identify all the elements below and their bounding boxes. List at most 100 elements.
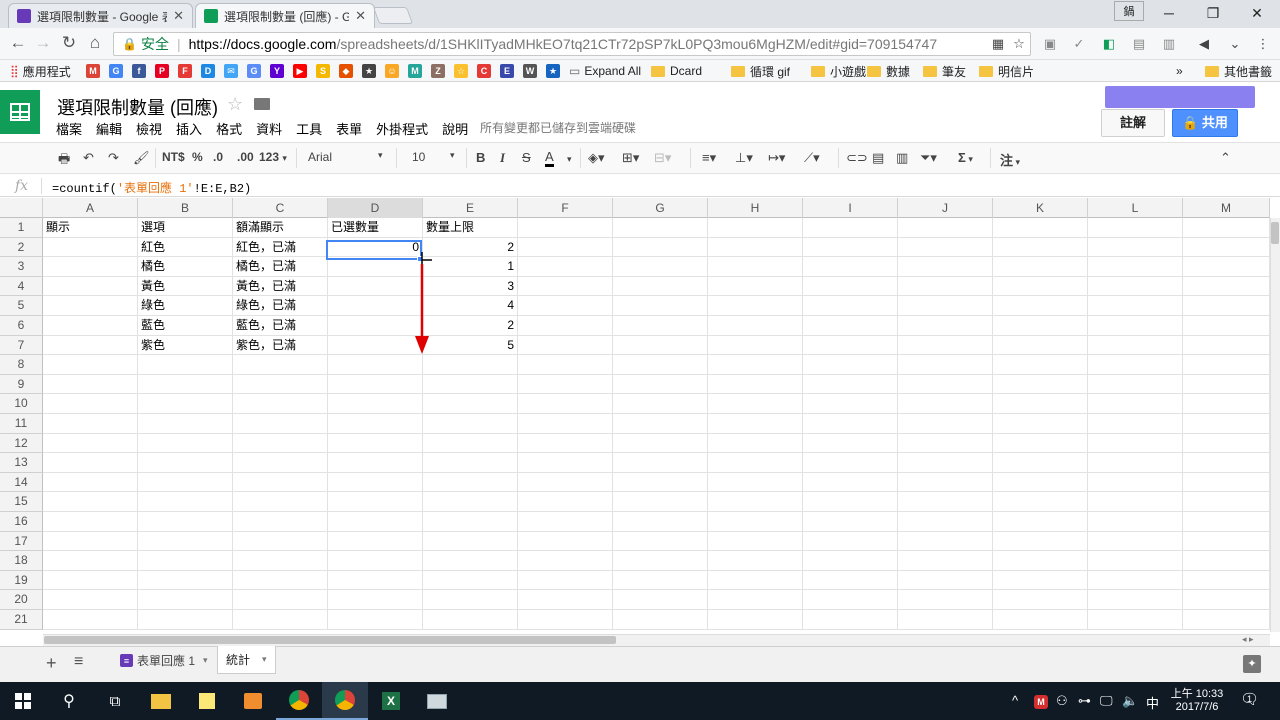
cell-F13[interactable]: [518, 453, 613, 473]
row-header[interactable]: 17: [0, 531, 43, 552]
cell-A3[interactable]: [43, 257, 138, 277]
row-header[interactable]: 19: [0, 570, 43, 591]
cell-J13[interactable]: [898, 453, 993, 473]
row-header[interactable]: 11: [0, 414, 43, 434]
cell-F18[interactable]: [518, 551, 613, 571]
cell-L20[interactable]: [1088, 590, 1183, 610]
cell-L10[interactable]: [1088, 394, 1183, 414]
cell-K21[interactable]: [993, 610, 1088, 630]
cell-D21[interactable]: [328, 610, 423, 630]
bookmark-item[interactable]: f: [132, 63, 150, 79]
cell-A21[interactable]: [43, 610, 138, 630]
cell-M9[interactable]: [1183, 374, 1270, 395]
cell-C9[interactable]: [233, 374, 328, 395]
bookmark-item[interactable]: 小遊戲: [811, 63, 866, 79]
cell-F9[interactable]: [518, 374, 613, 395]
cell-M14[interactable]: [1183, 472, 1270, 493]
extension-icon[interactable]: ▥: [1161, 36, 1177, 52]
cell-B9[interactable]: [138, 374, 233, 395]
cell-K15[interactable]: [993, 492, 1088, 512]
bookmark-item[interactable]: Dcard: [651, 63, 702, 79]
cell-A7[interactable]: [43, 335, 138, 356]
cell-E1[interactable]: 數量上限: [423, 218, 518, 238]
cell-A6[interactable]: [43, 316, 138, 336]
row-header[interactable]: 6: [0, 316, 43, 336]
cell-B10[interactable]: [138, 394, 233, 414]
cell-E15[interactable]: [423, 492, 518, 512]
bookmark-item[interactable]: M: [408, 63, 426, 79]
cell-E13[interactable]: [423, 453, 518, 473]
cell-E20[interactable]: [423, 590, 518, 610]
cell-E10[interactable]: [423, 394, 518, 414]
cell-I3[interactable]: [803, 257, 898, 277]
chrome-icon[interactable]: [276, 682, 322, 720]
select-all-corner[interactable]: [0, 198, 43, 218]
cell-K14[interactable]: [993, 472, 1088, 493]
horizontal-scroll-thumb[interactable]: [44, 636, 616, 644]
menu-item[interactable]: 外掛程式: [376, 119, 428, 138]
chevron-down-icon[interactable]: ▾: [262, 654, 267, 665]
cell-K20[interactable]: [993, 590, 1088, 610]
menu-item[interactable]: 編輯: [96, 119, 122, 138]
cell-D13[interactable]: [328, 453, 423, 473]
cell-J5[interactable]: [898, 296, 993, 316]
cell-D4[interactable]: [328, 276, 423, 297]
cell-F3[interactable]: [518, 257, 613, 277]
cell-J14[interactable]: [898, 472, 993, 493]
cell-J21[interactable]: [898, 610, 993, 630]
cell-I6[interactable]: [803, 316, 898, 336]
bookmark-item[interactable]: W: [523, 63, 541, 79]
cell-E11[interactable]: [423, 414, 518, 434]
input-tools-button[interactable]: 注 ▾: [1000, 150, 1020, 169]
cell-L2[interactable]: [1088, 237, 1183, 258]
cell-I12[interactable]: [803, 433, 898, 454]
cell-F12[interactable]: [518, 433, 613, 454]
decrease-decimal-button[interactable]: .0: [213, 150, 223, 164]
cell-G16[interactable]: [613, 512, 708, 532]
cell-D1[interactable]: 已選數量: [328, 218, 423, 238]
bookmark-item[interactable]: 數據: [867, 63, 910, 79]
cell-M3[interactable]: [1183, 257, 1270, 277]
cell-E12[interactable]: [423, 433, 518, 454]
cell-K5[interactable]: [993, 296, 1088, 316]
fill-color-icon[interactable]: ◈▾: [588, 150, 605, 166]
chart-icon[interactable]: ▥: [896, 150, 908, 166]
cell-M2[interactable]: [1183, 237, 1270, 258]
text-wrap-icon[interactable]: ↦▾: [768, 150, 785, 166]
row-header[interactable]: 1: [0, 218, 43, 238]
cell-H10[interactable]: [708, 394, 803, 414]
column-header[interactable]: F: [518, 198, 613, 218]
bookmark-item[interactable]: Z: [431, 63, 449, 79]
cell-F10[interactable]: [518, 394, 613, 414]
cell-I7[interactable]: [803, 335, 898, 356]
cell-F5[interactable]: [518, 296, 613, 316]
column-header[interactable]: C: [233, 198, 328, 218]
bookmark-item[interactable]: E: [500, 63, 518, 79]
save-status[interactable]: 所有變更都已儲存到雲端硬碟: [480, 119, 636, 136]
cell-H7[interactable]: [708, 335, 803, 356]
cell-G17[interactable]: [613, 531, 708, 552]
bookmark-star-icon[interactable]: ☆: [1011, 36, 1027, 52]
cell-E16[interactable]: [423, 512, 518, 532]
row-header[interactable]: 2: [0, 237, 43, 258]
cell-K17[interactable]: [993, 531, 1088, 552]
cell-I17[interactable]: [803, 531, 898, 552]
cell-C7[interactable]: 紫色，已滿: [233, 335, 328, 356]
cell-G12[interactable]: [613, 433, 708, 454]
cell-E18[interactable]: [423, 551, 518, 571]
cell-J2[interactable]: [898, 237, 993, 258]
address-bar[interactable]: 🔒 安全 | https://docs.google.com/spreadshe…: [113, 32, 1031, 56]
qr-icon[interactable]: ▦: [990, 36, 1006, 52]
document-title[interactable]: 選項限制數量 (回應): [57, 94, 218, 120]
cell-B5[interactable]: 綠色: [138, 296, 233, 316]
network-icon[interactable]: 🖵: [1100, 693, 1113, 709]
cell-I11[interactable]: [803, 414, 898, 434]
cell-D11[interactable]: [328, 414, 423, 434]
sheet-tab-responses[interactable]: ≡ 表單回應 1 ▾: [112, 646, 216, 674]
share-button[interactable]: 🔒 共用: [1172, 109, 1238, 137]
cell-L5[interactable]: [1088, 296, 1183, 316]
cell-J20[interactable]: [898, 590, 993, 610]
cell-H8[interactable]: [708, 355, 803, 375]
cell-L1[interactable]: [1088, 218, 1183, 238]
back-icon[interactable]: ←: [8, 33, 28, 53]
